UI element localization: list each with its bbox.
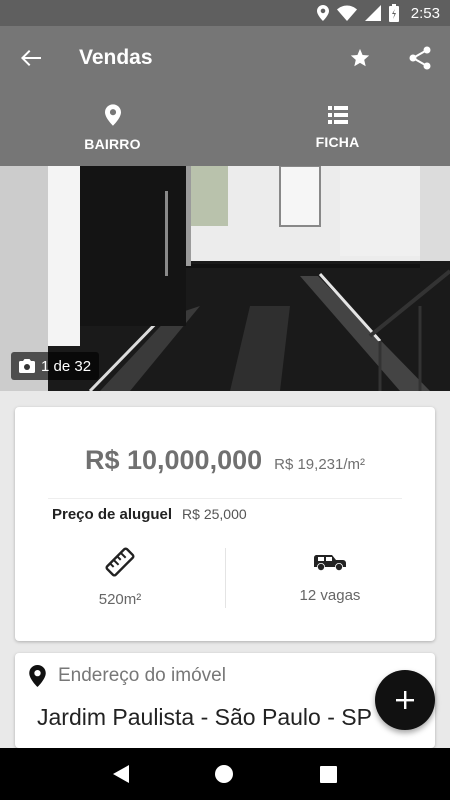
plus-icon [396, 691, 414, 709]
parking-value: 12 vagas [299, 587, 361, 604]
location-pin-icon [104, 104, 121, 126]
camera-icon [19, 359, 35, 373]
status-time: 2:53 [410, 4, 440, 22]
area-feature: 520m² [15, 547, 225, 608]
address-header: Endereço do imóvel [29, 665, 226, 687]
tab-bairro-label: BAIRRO [84, 136, 141, 152]
signal-icon [364, 5, 381, 21]
wifi-icon [336, 5, 357, 21]
recents-square-icon[interactable] [320, 765, 338, 783]
page-title: Vendas [79, 46, 153, 69]
ruler-icon [105, 547, 135, 577]
divider [48, 498, 402, 499]
location-icon [316, 5, 329, 21]
photo-counter-badge[interactable]: 1 de 32 [11, 352, 100, 380]
price-card: R$ 10,000,000 R$ 19,231/m² Preço de alug… [15, 407, 435, 641]
back-triangle-icon[interactable] [112, 765, 129, 783]
home-circle-icon[interactable] [214, 764, 234, 784]
star-icon [350, 48, 370, 67]
address-card: Endereço do imóvel Jardim Paulista - São… [15, 653, 435, 748]
system-nav-bar [0, 748, 450, 800]
area-value: 520m² [98, 591, 142, 608]
address-label: Endereço do imóvel [58, 665, 226, 686]
app-bar: Vendas [0, 26, 450, 90]
car-icon [313, 555, 346, 571]
rent-value: R$ 25,000 [182, 506, 247, 522]
price-row: R$ 10,000,000 R$ 19,231/m² [15, 445, 435, 476]
status-bar: 2:53 [0, 0, 450, 26]
rent-label: Preço de aluguel [52, 506, 173, 523]
add-fab-button[interactable] [375, 670, 435, 730]
rent-row: Preço de aluguel R$ 25,000 [52, 506, 247, 523]
parking-feature: 12 vagas [225, 547, 435, 604]
share-icon [409, 46, 431, 70]
sale-price: R$ 10,000,000 [84, 445, 263, 475]
back-arrow-icon [21, 50, 41, 66]
battery-icon [388, 4, 399, 22]
tab-ficha-label: FICHA [315, 134, 360, 150]
price-per-m2: R$ 19,231/m² [274, 456, 366, 473]
list-icon [327, 106, 348, 124]
tab-ficha[interactable]: FICHA [225, 90, 450, 166]
address-value: Jardim Paulista - São Paulo - SP [37, 704, 372, 730]
share-button[interactable] [390, 26, 450, 90]
location-pin-icon [29, 665, 46, 687]
back-button[interactable] [0, 26, 62, 90]
tab-bairro[interactable]: BAIRRO [0, 90, 225, 166]
photo-counter: 1 de 32 [41, 357, 92, 375]
tab-bar: BAIRRO FICHA [0, 90, 450, 166]
favorite-button[interactable] [330, 26, 390, 90]
